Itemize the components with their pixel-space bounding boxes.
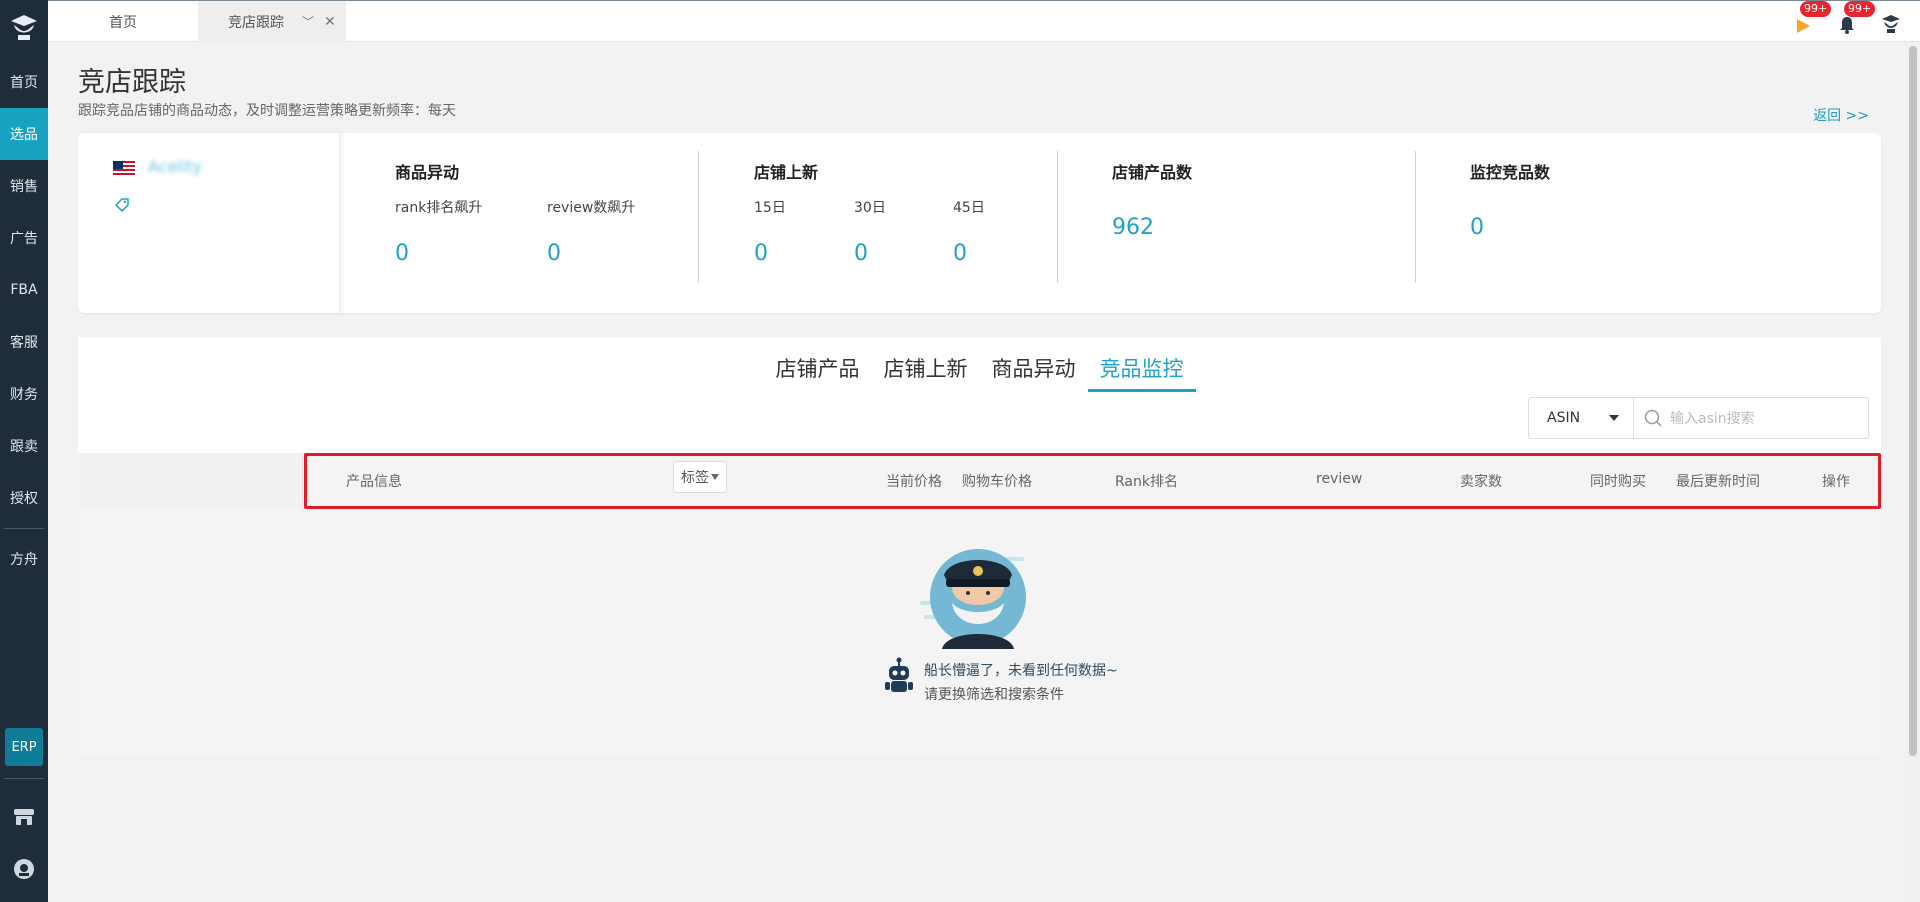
chevron-down-icon[interactable]: ﹀ — [302, 13, 314, 30]
scrollbar-thumb[interactable] — [1909, 46, 1917, 756]
stat-value[interactable]: 0 — [754, 241, 768, 266]
tab-competitor-tracking[interactable]: 竞店跟踪 ﹀ ✕ — [198, 1, 346, 42]
scrollbar[interactable] — [1906, 42, 1920, 902]
panel-tabs: 店铺产品 店铺上新 商品异动 竞品监控 — [78, 353, 1881, 392]
close-icon[interactable]: ✕ — [324, 14, 336, 30]
stat-value[interactable]: 0 — [547, 241, 561, 266]
stat-value[interactable]: 0 — [953, 241, 967, 266]
empty-hint: 请更换筛选和搜索条件 — [924, 687, 1064, 703]
app-logo[interactable] — [0, 0, 48, 56]
stat-value[interactable]: 0 — [395, 241, 409, 266]
us-flag-icon — [113, 161, 135, 177]
stat-title: 店铺上新 — [754, 163, 819, 182]
table-header: 产品信息 标签 当前价格 购物车价格 Rank排名 review 卖家数 同时购… — [78, 453, 1881, 509]
erp-button[interactable]: ERP — [5, 728, 43, 766]
search-type-select[interactable]: ASIN — [1528, 397, 1634, 439]
sidebar-divider — [4, 778, 44, 779]
bell-icon — [1840, 17, 1854, 34]
sidebar-item-home[interactable]: 首页 — [0, 56, 48, 108]
sidebar-item-product-selection[interactable]: 选品 — [0, 108, 48, 160]
sidebar-item-ads[interactable]: 广告 — [0, 212, 48, 264]
search-icon — [1644, 409, 1662, 427]
flag-icon — [1797, 19, 1810, 33]
stat-title: 商品异动 — [395, 163, 460, 182]
sidebar-item-ark[interactable]: 方舟 — [0, 533, 48, 585]
stat-value[interactable]: 0 — [1470, 215, 1484, 240]
highlight-box — [304, 453, 1881, 509]
search-row: ASIN 输入asin搜索 — [1528, 397, 1869, 439]
robot-icon — [885, 657, 913, 692]
monitor-panel: 店铺产品 店铺上新 商品异动 竞品监控 ASIN 输入asin搜索 产品信息 标… — [78, 337, 1881, 757]
sidebar-item-fba[interactable]: FBA — [0, 264, 48, 316]
top-right-actions: 99+ 99+ — [1790, 1, 1904, 35]
divider — [1415, 151, 1416, 283]
divider — [1057, 151, 1058, 283]
stat-title: 店铺产品数 — [1112, 163, 1193, 182]
select-value: ASIN — [1547, 410, 1581, 426]
notification-badge: 99+ — [1800, 1, 1832, 17]
store-info: Acelity — [78, 133, 340, 313]
table-header-spacer — [78, 453, 303, 509]
stat-new-listings: 店铺上新 15日 30日 45日 0 0 0 — [754, 133, 1054, 313]
captain-illustration — [920, 549, 1026, 649]
tab-label: 竞店跟踪 — [228, 14, 284, 31]
flag-notification[interactable]: 99+ — [1790, 1, 1832, 35]
support-icon[interactable] — [0, 854, 48, 884]
divider — [698, 151, 699, 283]
stat-label: 45日 — [953, 200, 985, 216]
table-body: 船长懵逼了，未看到任何数据~ 请更换筛选和搜索条件 — [78, 509, 1881, 757]
stat-product-changes: 商品异动 rank排名飙升 review数飙升 0 0 — [395, 133, 695, 313]
stat-label: 15日 — [754, 200, 786, 216]
sidebar-item-customer-service[interactable]: 客服 — [0, 316, 48, 368]
tab-home[interactable]: 首页 — [48, 1, 198, 42]
search-placeholder: 输入asin搜索 — [1670, 411, 1755, 427]
sidebar: 首页 选品 销售 广告 FBA 客服 财务 跟卖 授权 方舟 ERP — [0, 0, 48, 902]
sidebar-item-finance[interactable]: 财务 — [0, 368, 48, 420]
page-title: 竞店跟踪 — [78, 67, 186, 98]
stat-label: 30日 — [854, 200, 886, 216]
caret-down-icon — [1609, 415, 1619, 421]
sidebar-item-sales[interactable]: 销售 — [0, 160, 48, 212]
stat-title: 监控竞品数 — [1470, 163, 1551, 182]
tab-label: 首页 — [109, 14, 137, 31]
notification-badge: 99+ — [1844, 1, 1876, 17]
page-subtitle: 跟踪竞品店铺的商品动态，及时调整运营策略更新频率：每天 — [78, 103, 456, 119]
stat-label: review数飙升 — [547, 200, 636, 216]
avatar-icon — [1882, 15, 1900, 33]
sidebar-divider — [4, 528, 44, 529]
stat-value[interactable]: 962 — [1112, 215, 1154, 240]
bell-notification[interactable]: 99+ — [1834, 1, 1876, 35]
sidebar-item-follow-sell[interactable]: 跟卖 — [0, 420, 48, 472]
stat-store-products: 店铺产品数 962 — [1112, 133, 1412, 313]
store-name[interactable]: Acelity — [148, 157, 202, 176]
tag-icon[interactable] — [114, 197, 130, 213]
tab-competitor-monitor[interactable]: 竞品监控 — [1087, 353, 1196, 392]
stat-monitored: 监控竞品数 0 — [1470, 133, 1770, 313]
stats-card: Acelity 商品异动 rank排名飙升 review数飙升 0 0 店铺上新… — [78, 133, 1881, 313]
top-bar: 首页 竞店跟踪 ﹀ ✕ 99+ 99+ — [48, 0, 1920, 42]
stat-label: rank排名飙升 — [395, 200, 483, 216]
back-link[interactable]: 返回 >> — [1813, 105, 1869, 125]
tab-new-listings[interactable]: 店铺上新 — [872, 353, 980, 392]
tab-store-products[interactable]: 店铺产品 — [764, 353, 872, 392]
store-icon[interactable] — [0, 802, 48, 832]
tab-product-changes[interactable]: 商品异动 — [980, 353, 1088, 392]
stat-value[interactable]: 0 — [854, 241, 868, 266]
empty-message: 船长懵逼了，未看到任何数据~ — [924, 663, 1118, 679]
sidebar-item-authorization[interactable]: 授权 — [0, 472, 48, 524]
captain-hat-icon — [11, 15, 37, 40]
search-input[interactable]: 输入asin搜索 — [1634, 397, 1869, 439]
user-avatar[interactable] — [1878, 5, 1904, 35]
